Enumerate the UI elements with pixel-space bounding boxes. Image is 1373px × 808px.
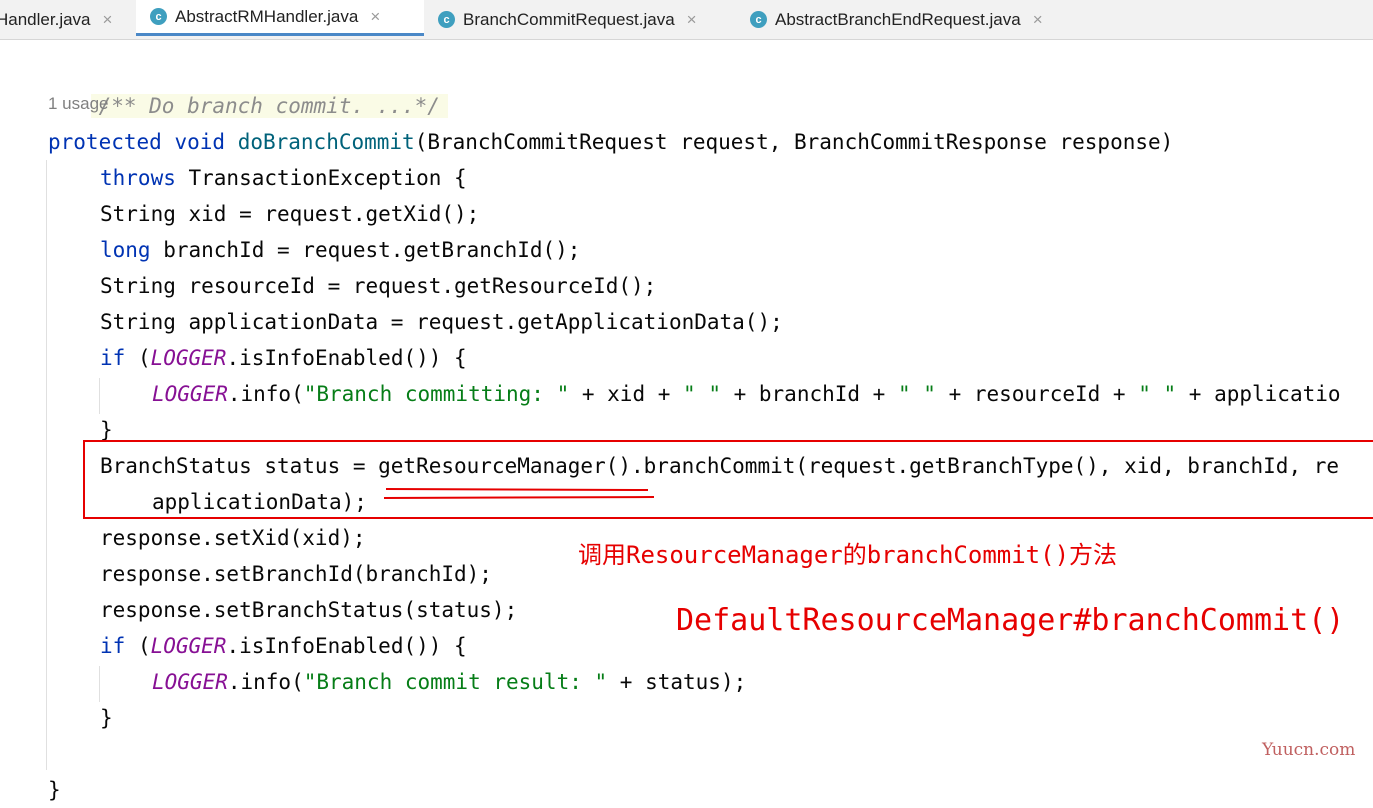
keyword: if <box>100 346 126 370</box>
string-literal: " " <box>683 382 721 406</box>
class-icon: c <box>438 11 455 28</box>
code-line: } <box>48 778 61 802</box>
static-field: LOGGER <box>152 382 228 406</box>
string-literal: "Branch commit result: " <box>303 670 608 694</box>
code-text: .isInfoEnabled()) { <box>226 346 467 370</box>
code-text: .info( <box>227 670 304 694</box>
code-text: + xid + <box>569 382 684 406</box>
keyword: throws <box>100 166 176 190</box>
code-text: + applicatio <box>1176 382 1341 406</box>
indent-guide <box>99 378 100 414</box>
string-literal: " " <box>897 382 936 406</box>
code-line: protected void doBranchCommit(BranchComm… <box>48 124 1173 160</box>
code-line: String xid = request.getXid(); <box>100 202 480 226</box>
close-icon[interactable]: × <box>687 10 697 30</box>
tab-label: AbstractBranchEndRequest.java <box>775 9 1021 29</box>
annotation-note: 调用ResourceManager的branchCommit()方法 <box>578 541 1118 569</box>
highlight-box <box>83 440 1373 519</box>
tab-branchcommitrequest[interactable]: c BranchCommitRequest.java × <box>424 0 736 39</box>
code-line: LOGGER.info("Branch committing: " + xid … <box>152 376 1341 412</box>
method-name: doBranchCommit <box>237 130 415 154</box>
code-line: if (LOGGER.isInfoEnabled()) { <box>100 340 467 376</box>
tab-label: AbstractRMHandler.java <box>175 6 359 26</box>
code-text: (BranchCommitRequest request, BranchComm… <box>414 130 1174 154</box>
tab-handler[interactable]: Handler.java × <box>0 0 136 39</box>
code-text: .isInfoEnabled()) { <box>226 634 467 658</box>
tab-abstractrmhandler[interactable]: c AbstractRMHandler.java × <box>136 0 424 36</box>
code-text: .info( <box>227 382 304 406</box>
doc-comment-line[interactable]: /** Do branch commit. ...*/ <box>40 52 448 118</box>
indent-guide <box>99 666 100 702</box>
code-line: response.setBranchStatus(status); <box>100 598 518 622</box>
static-field: LOGGER <box>152 670 228 694</box>
indent-guide <box>46 160 47 770</box>
close-icon[interactable]: × <box>103 10 113 30</box>
tab-label: BranchCommitRequest.java <box>463 9 675 29</box>
annotation-method: DefaultResourceManager#branchCommit() <box>676 603 1345 638</box>
close-icon[interactable]: × <box>1033 10 1043 30</box>
code-line: String applicationData = request.getAppl… <box>100 310 783 334</box>
keyword: void <box>174 130 226 154</box>
code-line: if (LOGGER.isInfoEnabled()) { <box>100 628 467 664</box>
code-line: LOGGER.info("Branch commit result: " + s… <box>152 664 746 700</box>
class-icon: c <box>150 8 167 25</box>
code-line: throws TransactionException { <box>100 160 467 196</box>
class-icon: c <box>750 11 767 28</box>
code-text: ( <box>125 346 151 370</box>
static-field: LOGGER <box>150 346 227 370</box>
code-line: response.setXid(xid); <box>100 526 366 550</box>
code-text: + resourceId + <box>935 382 1139 406</box>
code-text: branchId = request.getBranchId(); <box>150 238 581 262</box>
code-text: ( <box>125 634 151 658</box>
code-line: String resourceId = request.getResourceI… <box>100 274 657 298</box>
code-text: + status); <box>607 670 747 694</box>
keyword: protected <box>48 130 162 154</box>
watermark: Yuucn.com <box>1262 740 1356 760</box>
close-icon[interactable]: × <box>370 7 380 27</box>
keyword: if <box>100 634 126 658</box>
underline-annotation <box>383 488 655 499</box>
static-field: LOGGER <box>150 634 227 658</box>
tab-abstractbranchendrequest[interactable]: c AbstractBranchEndRequest.java × <box>736 0 1086 39</box>
keyword: long <box>100 238 151 262</box>
code-line: long branchId = request.getBranchId(); <box>100 232 580 268</box>
tab-label: Handler.java <box>0 9 91 29</box>
usage-hint[interactable]: 1 usage <box>48 94 109 114</box>
doc-comment[interactable]: /** Do branch commit. ...*/ <box>90 94 448 118</box>
code-text: + branchId + <box>720 382 898 406</box>
code-line: response.setBranchId(branchId); <box>100 562 492 586</box>
string-literal: " " <box>1138 382 1177 406</box>
code-text: TransactionException { <box>175 166 467 190</box>
editor-tab-bar: Handler.java × c AbstractRMHandler.java … <box>0 0 1373 40</box>
string-literal: "Branch committing: " <box>303 382 570 406</box>
code-line: } <box>100 706 113 730</box>
